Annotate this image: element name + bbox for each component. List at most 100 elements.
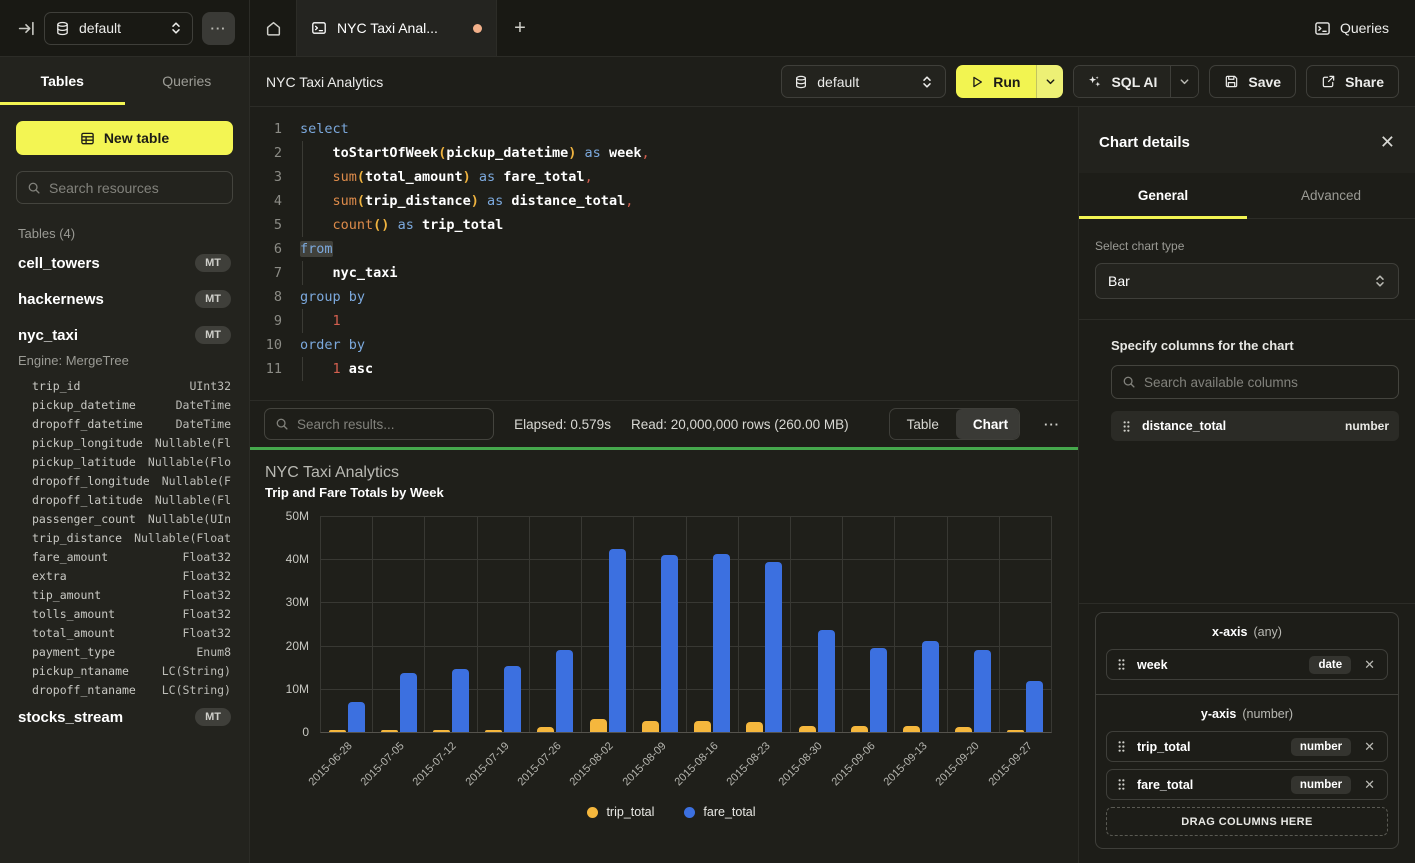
bar-fare_total	[661, 555, 678, 732]
sql-editor[interactable]: 1select2 toStartOfWeek(pickup_datetime) …	[250, 107, 1078, 400]
run-options-button[interactable]	[1036, 65, 1063, 98]
axis-column-row[interactable]: weekdate✕	[1106, 649, 1388, 680]
chart-subtitle: Trip and Fare Totals by Week	[265, 485, 1078, 500]
sidebar-more-button[interactable]: ···	[202, 12, 235, 45]
save-button[interactable]: Save	[1209, 65, 1296, 98]
queries-button[interactable]: Queries	[1288, 0, 1415, 56]
share-label: Share	[1345, 74, 1384, 90]
bar-group	[687, 516, 739, 732]
legend-item[interactable]: trip_total	[587, 805, 654, 819]
panel-divider	[1079, 319, 1415, 320]
drag-columns-drop-zone[interactable]: DRAG COLUMNS HERE	[1106, 807, 1388, 836]
y-axis-items: trip_totalnumber✕ fare_totalnumber✕	[1106, 731, 1388, 800]
sql-ai-button[interactable]: SQL AI	[1074, 66, 1170, 97]
close-icon[interactable]: ✕	[1380, 133, 1395, 151]
x-axis-items: weekdate✕	[1106, 649, 1388, 680]
elapsed-stat: Elapsed: 0.579s	[514, 417, 611, 432]
line-number: 10	[250, 333, 286, 357]
sql-ai-label: SQL AI	[1111, 74, 1157, 90]
remove-column-icon[interactable]: ✕	[1361, 657, 1378, 673]
code-text: group by	[300, 285, 365, 309]
y-axis-tick: 0	[302, 725, 309, 739]
drag-handle-icon[interactable]	[1116, 740, 1127, 753]
line-number: 7	[250, 261, 286, 285]
remove-column-icon[interactable]: ✕	[1361, 739, 1378, 755]
table-name: hackernews	[18, 291, 104, 308]
column-name: total_amount	[32, 626, 115, 640]
line-number: 4	[250, 189, 286, 213]
database-selector[interactable]: default	[44, 12, 193, 45]
tab-strip: NYC Taxi Anal... + Queries	[250, 0, 1415, 57]
chart-details-panel: Chart details ✕ General Advanced Select …	[1078, 107, 1415, 863]
column-type: Nullable(Float	[134, 531, 231, 545]
run-button[interactable]: Run	[956, 65, 1036, 98]
bar-group	[373, 516, 425, 732]
x-axis-tick-label: 2015-06-28	[306, 740, 354, 788]
bar-trip_total	[329, 730, 346, 732]
results-more-button[interactable]: ···	[1040, 417, 1064, 432]
panel-tabs: General Advanced	[1079, 173, 1415, 219]
bar-fare_total	[504, 666, 521, 732]
table-row[interactable]: stocks_streamMT	[16, 699, 233, 735]
panel-tab-advanced[interactable]: Advanced	[1247, 173, 1415, 218]
remove-column-icon[interactable]: ✕	[1361, 777, 1378, 793]
axis-column-row[interactable]: trip_totalnumber✕	[1106, 731, 1388, 762]
table-row[interactable]: nyc_taxiMT	[16, 317, 233, 353]
x-axis-tick: 2015-09-06	[843, 733, 895, 803]
read-stat: Read: 20,000,000 rows (260.00 MB)	[631, 417, 849, 432]
column-type: Nullable(UIn	[148, 512, 231, 526]
drag-handle-icon[interactable]	[1116, 778, 1127, 791]
chart-x-axis-labels: 2015-06-282015-07-052015-07-122015-07-19…	[320, 733, 1052, 803]
chart-title: NYC Taxi Analytics	[265, 464, 1078, 482]
legend-item[interactable]: fare_total	[684, 805, 755, 819]
panel-title: Chart details	[1099, 134, 1190, 151]
sidebar-tab-queries[interactable]: Queries	[125, 57, 250, 105]
column-name: week	[1137, 658, 1299, 672]
y-axis-hint: (number)	[1242, 707, 1293, 721]
collapse-sidebar-icon[interactable]	[18, 20, 35, 37]
sidebar-body: New table Tables (4) cell_towersMThacker…	[0, 105, 249, 863]
bar-group	[1000, 516, 1051, 732]
toolbar-database-selector[interactable]: default	[781, 65, 946, 98]
column-name: pickup_datetime	[32, 398, 136, 412]
axes-divider	[1096, 694, 1398, 695]
code-text: nyc_taxi	[300, 261, 398, 285]
line-number: 3	[250, 165, 286, 189]
available-columns-list: distance_totalnumber	[1095, 399, 1399, 441]
tab-nyc-taxi-analytics[interactable]: NYC Taxi Anal...	[297, 0, 497, 56]
panel-tab-general[interactable]: General	[1079, 173, 1247, 218]
share-button[interactable]: Share	[1306, 65, 1399, 98]
columns-search	[1111, 365, 1399, 399]
search-results-input[interactable]	[297, 417, 483, 432]
search-columns-input[interactable]	[1144, 375, 1388, 390]
column-row: extraFloat32	[16, 566, 233, 585]
x-axis-hint: (any)	[1253, 625, 1281, 639]
search-resources-input[interactable]	[49, 180, 230, 196]
view-toggle-chart[interactable]: Chart	[956, 409, 1020, 439]
y-axis-header: y-axis(number)	[1106, 707, 1388, 721]
y-axis-tick: 20M	[286, 639, 309, 653]
x-axis-tick: 2015-08-23	[738, 733, 790, 803]
table-row[interactable]: cell_towersMT	[16, 245, 233, 281]
table-row[interactable]: hackernewsMT	[16, 281, 233, 317]
new-tab-button[interactable]: +	[497, 0, 543, 56]
column-type: Float32	[183, 588, 231, 602]
sql-ai-options-button[interactable]	[1170, 66, 1198, 97]
bar-fare_total	[713, 554, 730, 732]
sidebar-tab-tables[interactable]: Tables	[0, 57, 125, 105]
drag-handle-icon[interactable]	[1116, 658, 1127, 671]
drag-handle-icon[interactable]	[1121, 420, 1132, 433]
view-toggle-table[interactable]: Table	[890, 409, 956, 439]
panel-header: Chart details ✕	[1079, 107, 1415, 173]
column-name: dropoff_datetime	[32, 417, 143, 431]
new-table-button[interactable]: New table	[16, 121, 233, 155]
chart-type-select[interactable]: Bar	[1095, 263, 1399, 299]
home-tab[interactable]	[250, 0, 297, 56]
save-icon	[1224, 74, 1239, 89]
available-column-row[interactable]: distance_totalnumber	[1111, 411, 1399, 441]
updown-chevron-icon	[921, 75, 933, 89]
column-type: Float32	[183, 550, 231, 564]
column-row: trip_idUInt32	[16, 376, 233, 395]
axis-column-row[interactable]: fare_totalnumber✕	[1106, 769, 1388, 800]
code-text: select	[300, 117, 349, 141]
